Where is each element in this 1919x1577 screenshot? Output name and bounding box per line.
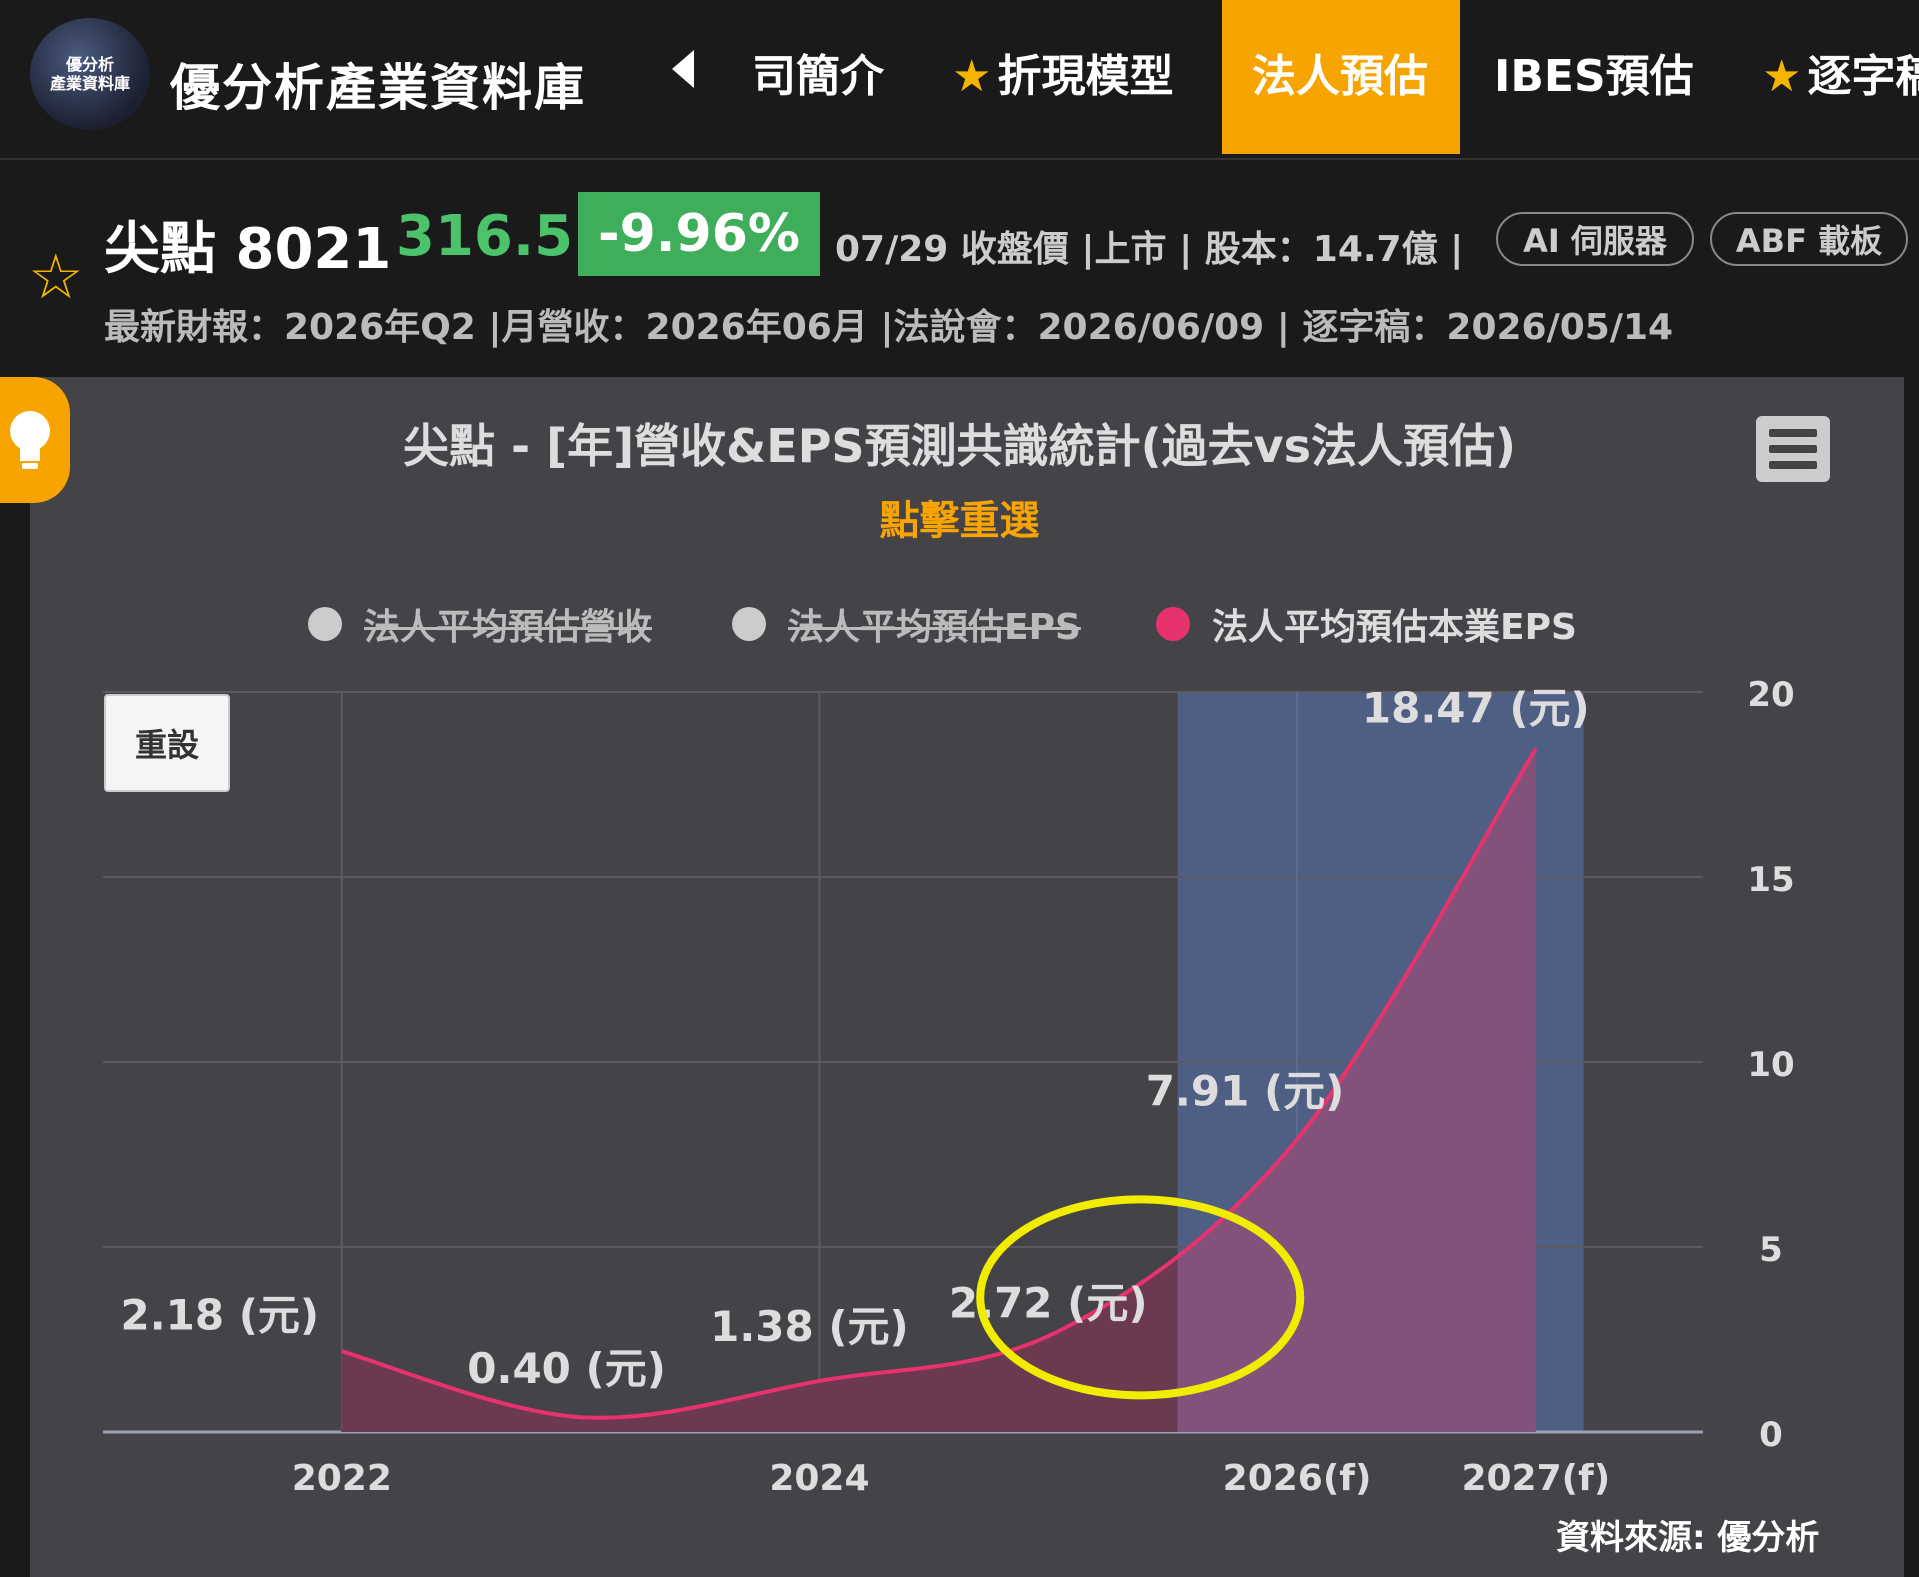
data-label: 18.47 (元) — [1362, 684, 1590, 733]
data-label: 2.18 (元) — [120, 1290, 319, 1339]
x-tick-label: 2022 — [292, 1458, 392, 1499]
data-label: 1.38 (元) — [710, 1302, 909, 1351]
y-tick-label: 20 — [1747, 675, 1794, 715]
y-tick-label: 5 — [1759, 1230, 1783, 1270]
x-tick-label: 2024 — [769, 1458, 869, 1499]
x-tick-label: 2026(f) — [1223, 1458, 1372, 1499]
data-label: 7.91 (元) — [1146, 1066, 1345, 1115]
reset-zoom-button[interactable]: 重設 — [104, 694, 230, 792]
data-label: 0.40 (元) — [467, 1344, 666, 1393]
chart-credit: 資料來源: 優分析 — [1556, 1518, 1820, 1558]
y-tick-label: 0 — [1759, 1415, 1783, 1455]
eps-chart: 051015202.18 (元)0.40 (元)1.38 (元) 2.72 (元)… — [103, 675, 1795, 1499]
x-tick-label: 2027(f) — [1461, 1458, 1610, 1499]
y-tick-label: 15 — [1747, 860, 1794, 900]
y-tick-label: 10 — [1747, 1045, 1794, 1085]
